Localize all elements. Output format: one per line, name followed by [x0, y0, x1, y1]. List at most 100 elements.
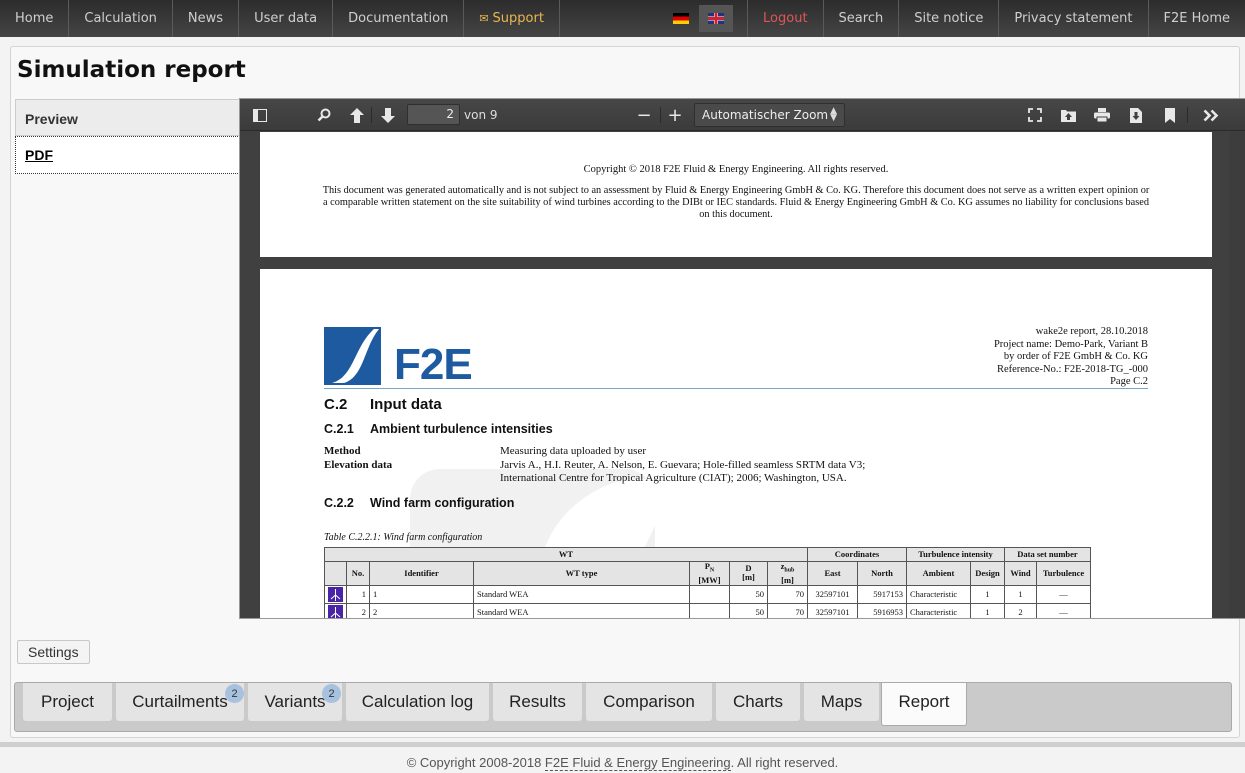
f2e-logo-mark-icon: [324, 327, 381, 385]
nav-home[interactable]: Home: [0, 0, 70, 37]
subsection-number: C.2.1: [324, 422, 354, 436]
pdf-toolbar: 2 von 9 − + Automatischer Zoom ▲ ▼: [240, 99, 1245, 131]
pdf-copyright-text: Copyright © 2018 F2E Fluid & Energy Engi…: [583, 164, 889, 175]
col-header-wt-type: WT type: [473, 561, 690, 586]
cell-d: 50: [729, 584, 768, 604]
cell-ambient: Characteristic: [906, 602, 971, 618]
sidebar-header: Preview: [15, 99, 240, 136]
subsection-heading-2: C.2.2 Wind farm configuration: [324, 496, 514, 510]
cell-no: 1: [346, 584, 370, 604]
tab-project[interactable]: Project: [23, 683, 112, 721]
tab-variants-label: Variants: [264, 692, 326, 711]
nav-support-label: Support: [492, 11, 544, 26]
section-title: Input data: [370, 396, 442, 413]
cell-design: 1: [970, 584, 1005, 604]
page-count-label: von 9: [464, 108, 498, 122]
print-icon[interactable]: [1094, 99, 1110, 131]
group-header-coordinates: Coordinates: [807, 547, 907, 562]
bookmark-icon[interactable]: [1162, 99, 1178, 131]
wind-turbine-icon: [328, 604, 343, 618]
field-value: International Centre for Tropical Agricu…: [500, 472, 847, 484]
cell-east: 32597101: [807, 602, 858, 618]
report-header-info: wake2e report, 28.10.2018 Project name: …: [994, 326, 1148, 389]
nav-logout[interactable]: Logout: [748, 0, 824, 37]
more-tools-icon[interactable]: [1203, 99, 1219, 131]
nav-site-notice[interactable]: Site notice: [899, 0, 1000, 37]
language-en-button[interactable]: [699, 5, 734, 32]
tab-report[interactable]: Report: [881, 683, 967, 726]
col-header-no: No.: [346, 561, 370, 586]
pn-sub: N: [709, 567, 715, 574]
top-navigation: Home Calculation News User data Document…: [0, 0, 1245, 37]
select-arrows-icon: ▲ ▼: [830, 106, 837, 123]
nav-support[interactable]: ✉ Support: [464, 0, 560, 37]
tab-maps[interactable]: Maps: [804, 683, 879, 721]
open-file-icon[interactable]: [1060, 99, 1076, 131]
col-header-ambient: Ambient: [906, 561, 971, 586]
pdf-pages-container[interactable]: Copyright © 2018 F2E Fluid & Energy Engi…: [240, 132, 1245, 618]
table-row: 2 2 Standard WEA 50 70 32597101 5916953 …: [324, 602, 1091, 618]
pdf-page-1: Copyright © 2018 F2E Fluid & Energy Engi…: [260, 132, 1212, 257]
field-key: Elevation data: [324, 459, 393, 471]
field-key: Method: [324, 445, 361, 457]
tab-variants[interactable]: Variants 2: [248, 683, 342, 721]
arrow-up-icon[interactable]: [349, 99, 365, 131]
tab-calculation-log[interactable]: Calculation log: [346, 683, 489, 721]
nav-news[interactable]: News: [173, 0, 240, 37]
report-order: by order of F2E GmbH & Co. KG: [1003, 351, 1148, 362]
report-project-name: Project name: Demo-Park, Variant B: [993, 338, 1148, 350]
tab-curtailments[interactable]: Curtailments 2: [116, 683, 244, 721]
cell-zhub: 70: [767, 584, 808, 604]
zoom-out-button[interactable]: −: [636, 99, 652, 131]
subsection-title: Ambient turbulence intensities: [370, 422, 553, 436]
nav-privacy-statement[interactable]: Privacy statement: [999, 0, 1149, 37]
zoom-in-button[interactable]: +: [667, 99, 683, 131]
footer-copyright-prefix: © Copyright 2008-2018: [406, 755, 545, 770]
cell-turbulence: —: [1036, 602, 1091, 618]
nav-f2e-home[interactable]: F2E Home: [1149, 0, 1245, 37]
uk-flag-icon: [708, 13, 725, 24]
footer-company-link[interactable]: F2E Fluid & Energy Engineering: [544, 755, 731, 771]
wt-icon-cell: [324, 584, 347, 604]
col-header-identifier: Identifier: [369, 561, 474, 586]
cell-east: 32597101: [807, 584, 858, 604]
nav-calculation[interactable]: Calculation: [69, 0, 173, 37]
z-sub: hub: [784, 567, 795, 574]
settings-button[interactable]: Settings: [17, 640, 90, 664]
fullscreen-icon[interactable]: [1027, 99, 1043, 131]
tab-charts[interactable]: Charts: [716, 683, 800, 721]
col-header-zhub: zhub [m]: [767, 561, 808, 586]
section-heading: C.2 Input data: [324, 396, 442, 413]
pdf-page-2: F2E wake2e report, 28.10.2018 Project na…: [260, 269, 1212, 618]
nav-user-data[interactable]: User data: [239, 0, 334, 37]
sidebar-item-pdf[interactable]: PDF: [15, 136, 240, 174]
group-header-dataset: Data set number: [1004, 547, 1091, 562]
col-header-pn: PN [MW]: [689, 561, 730, 586]
nav-search[interactable]: Search: [824, 0, 900, 37]
download-icon[interactable]: [1128, 99, 1144, 131]
main-panel: Simulation report Preview PDF 2 von 9 − …: [10, 46, 1245, 738]
sidebar-toggle-icon[interactable]: [252, 99, 268, 131]
tab-curtailments-label: Curtailments: [132, 692, 228, 711]
cell-north: 5916953: [857, 602, 907, 618]
arrow-down-icon[interactable]: [380, 99, 396, 131]
field-value: Jarvis A., H.I. Reuter, A. Nelson, E. Gu…: [500, 459, 866, 471]
search-icon[interactable]: [316, 99, 332, 131]
subsection-title: Wind farm configuration: [370, 496, 515, 510]
page-number-input[interactable]: 2: [407, 104, 460, 125]
cell-d: 50: [729, 602, 768, 618]
tab-comparison[interactable]: Comparison: [586, 683, 712, 721]
nav-documentation[interactable]: Documentation: [333, 0, 465, 37]
german-flag-icon[interactable]: [673, 13, 690, 24]
col-header-design: Design: [970, 561, 1005, 586]
col-header-wind: Wind: [1004, 561, 1037, 586]
tab-results[interactable]: Results: [493, 683, 582, 721]
wind-farm-table: WT Coordinates Turbulence intensity Data…: [324, 547, 1091, 618]
cell-wt-type: Standard WEA: [473, 602, 690, 618]
zoom-select[interactable]: Automatischer Zoom ▲ ▼: [694, 103, 845, 127]
cell-identifier: 2: [369, 602, 474, 618]
pdf-scrollbar[interactable]: [1229, 132, 1245, 618]
toolbar-separator: [1187, 107, 1188, 123]
d-unit: [m]: [742, 572, 755, 583]
